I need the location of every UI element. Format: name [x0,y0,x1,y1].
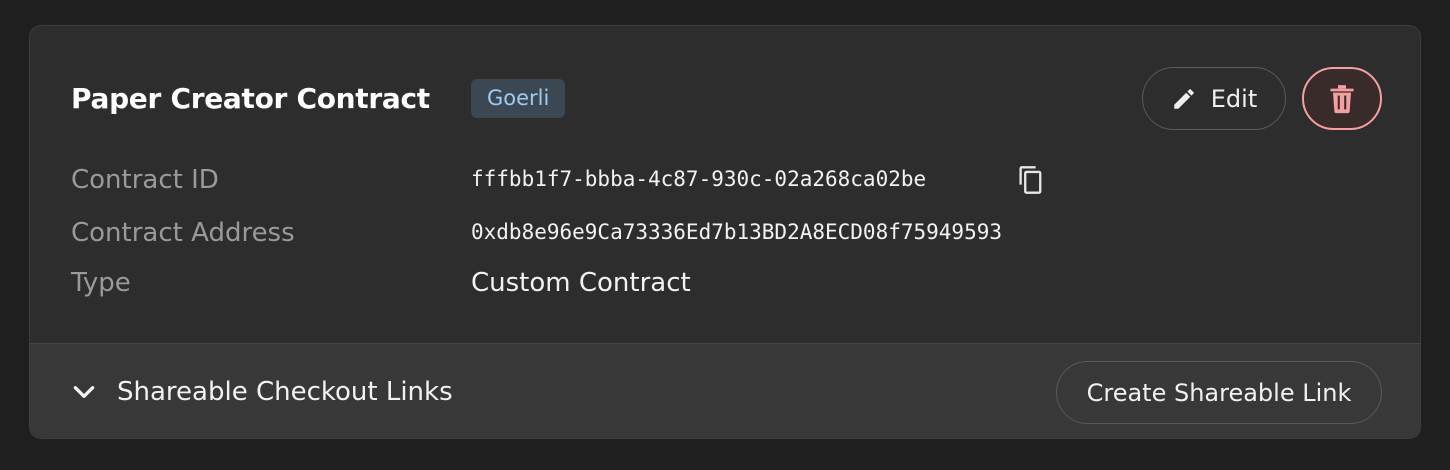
create-shareable-link-button[interactable]: Create Shareable Link [1056,361,1382,424]
contract-id-value: fffbb1f7-bbba-4c87-930c-02a268ca02be [471,167,927,191]
edit-button-label: Edit [1210,84,1258,113]
shareable-links-toggle[interactable]: Shareable Checkout Links [71,372,453,412]
shareable-links-section: Shareable Checkout Links Create Shareabl… [30,343,1420,438]
chevron-down-icon [73,386,95,398]
type-value: Custom Contract [471,268,691,298]
network-badge: Goerli [471,79,566,118]
contract-card: Paper Creator Contract Goerli Edit Contr… [29,25,1421,439]
trash-icon [1330,84,1354,113]
contract-id-label: Contract ID [71,165,219,195]
delete-button[interactable] [1302,67,1382,130]
contract-title: Paper Creator Contract [71,82,430,115]
contract-address-value: 0xdb8e96e9Ca73336Ed7b13BD2A8ECD08f759495… [471,220,1003,244]
type-label: Type [71,268,131,298]
edit-button[interactable]: Edit [1142,67,1286,130]
pencil-icon [1174,88,1194,109]
shareable-links-label: Shareable Checkout Links [117,377,453,407]
contract-address-label: Contract Address [71,218,295,248]
copy-icon[interactable] [1017,165,1045,195]
